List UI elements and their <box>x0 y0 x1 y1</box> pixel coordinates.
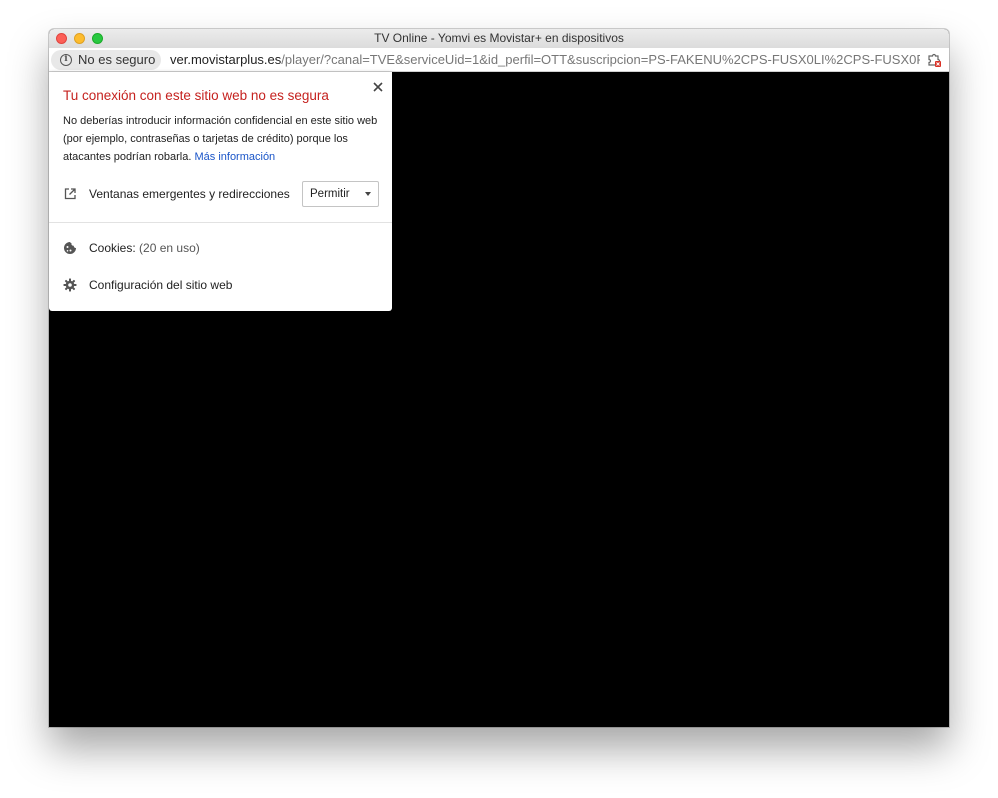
title-bar: TV Online - Yomvi es Movistar+ en dispos… <box>49 29 949 48</box>
extension-blocked-icon[interactable] <box>927 53 941 67</box>
popups-label: Ventanas emergentes y redirecciones <box>89 187 290 201</box>
open-external-icon <box>63 187 77 201</box>
connection-warning-title: Tu conexión con este sitio web no es seg… <box>63 88 329 103</box>
window-close-button[interactable] <box>56 33 67 44</box>
cookies-row[interactable]: Cookies: (20 en uso) <box>63 238 363 258</box>
cookies-label: Cookies: <box>89 241 136 255</box>
gear-icon <box>63 278 77 292</box>
caret-down-icon <box>365 192 371 196</box>
url-host: ver.movistarplus.es <box>170 52 282 67</box>
security-label: No es seguro <box>78 52 156 67</box>
browser-window: TV Online - Yomvi es Movistar+ en dispos… <box>49 29 949 727</box>
learn-more-link[interactable]: Más información <box>194 151 275 163</box>
close-icon[interactable] <box>372 80 384 92</box>
popups-permission-row: Ventanas emergentes y redirecciones <box>63 184 303 204</box>
window-maximize-button[interactable] <box>92 33 103 44</box>
cookies-count: (20 en uso) <box>139 241 200 255</box>
window-minimize-button[interactable] <box>74 33 85 44</box>
popups-permission-select[interactable]: Permitir <box>302 181 379 207</box>
url-field[interactable]: ver.movistarplus.es/player/?canal=TVE&se… <box>170 48 920 72</box>
security-indicator-button[interactable]: i No es seguro <box>51 50 161 70</box>
popups-permission-value: Permitir <box>310 188 350 200</box>
site-settings-label: Configuración del sitio web <box>89 278 233 292</box>
cookies-text: Cookies: (20 en uso) <box>89 238 200 258</box>
window-title: TV Online - Yomvi es Movistar+ en dispos… <box>374 31 624 45</box>
address-bar[interactable]: i No es seguro ver.movistarplus.es/playe… <box>49 48 949 72</box>
cookie-icon <box>63 241 77 255</box>
divider <box>49 222 392 223</box>
site-settings-row[interactable]: Configuración del sitio web <box>63 275 363 295</box>
site-info-popup: Tu conexión con este sitio web no es seg… <box>49 72 392 311</box>
info-icon: i <box>60 54 72 66</box>
connection-warning-text: No deberías introducir información confi… <box>63 112 378 166</box>
url-path: /player/?canal=TVE&serviceUid=1&id_perfi… <box>281 52 920 67</box>
